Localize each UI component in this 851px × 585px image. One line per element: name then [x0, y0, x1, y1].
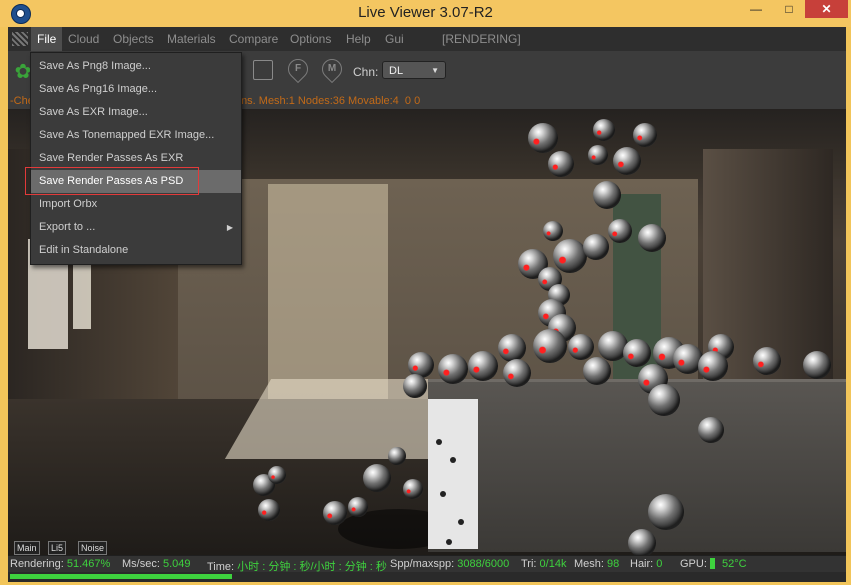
status-bar: Rendering: 51.467% Ms/sec: 5.049 Time: 小… — [8, 555, 846, 573]
tab-main[interactable]: Main — [14, 541, 40, 555]
status-ms: Ms/sec: 5.049 — [122, 558, 191, 570]
scene-crate — [428, 379, 846, 552]
region-render-icon[interactable] — [253, 60, 273, 80]
channel-select[interactable]: DL ▼ — [382, 61, 446, 79]
channel-value: DL — [389, 65, 404, 77]
chrome-sphere — [698, 417, 724, 443]
chrome-sphere — [388, 447, 406, 465]
chrome-sphere — [593, 181, 621, 209]
menu-item-import-orbx[interactable]: Import Orbx — [31, 193, 241, 216]
chrome-sphere — [403, 374, 427, 398]
chrome-sphere — [588, 145, 608, 165]
menu-gui[interactable]: Gui — [385, 27, 404, 51]
scene-crate-front — [428, 399, 478, 549]
material-picker-icon[interactable]: M — [317, 54, 347, 84]
menu-cloud[interactable]: Cloud — [68, 27, 99, 51]
chrome-sphere — [528, 123, 558, 153]
render-progress — [8, 572, 846, 582]
chrome-sphere — [753, 347, 781, 375]
menu-item-save-png16[interactable]: Save As Png16 Image... — [31, 78, 241, 101]
menu-help[interactable]: Help — [346, 27, 371, 51]
menu-compare[interactable]: Compare — [229, 27, 278, 51]
status-spp: Spp/maxspp: 3088/6000 — [390, 558, 510, 570]
menu-materials[interactable]: Materials — [167, 27, 216, 51]
chrome-sphere — [638, 224, 666, 252]
grip-icon — [12, 32, 28, 46]
chrome-sphere — [548, 151, 574, 177]
chrome-sphere — [533, 329, 567, 363]
file-menu-dropdown: Save As Png8 Image... Save As Png16 Imag… — [30, 52, 242, 265]
chrome-sphere — [568, 334, 594, 360]
chrome-sphere — [403, 479, 423, 499]
chrome-sphere — [803, 351, 831, 379]
status-mesh: Mesh: 98 — [574, 558, 620, 570]
chrome-sphere — [438, 354, 468, 384]
chrome-sphere — [498, 334, 526, 362]
chrome-sphere — [648, 384, 680, 416]
chrome-sphere — [348, 497, 368, 517]
menu-item-export-label: Export to ... — [39, 221, 96, 233]
gpu-load-bar — [710, 558, 715, 569]
chrome-sphere — [503, 359, 531, 387]
tab-noise[interactable]: Noise — [78, 541, 108, 555]
chrome-sphere — [268, 466, 286, 484]
chrome-sphere — [608, 219, 632, 243]
title-bar: Live Viewer 3.07-R2 — □ ✕ — [0, 0, 851, 27]
menu-item-export-to[interactable]: Export to ... ▶ — [31, 216, 241, 239]
focus-picker-icon[interactable]: F — [283, 54, 313, 84]
window-title: Live Viewer 3.07-R2 — [358, 4, 493, 21]
chevron-right-icon: ▶ — [226, 223, 233, 232]
chrome-sphere — [258, 499, 280, 521]
chrome-sphere — [323, 501, 347, 525]
status-gpu-temp: 52°C — [722, 558, 747, 570]
chrome-sphere — [583, 357, 611, 385]
channel-label: Chn: — [353, 65, 379, 79]
chrome-sphere — [628, 529, 656, 555]
chrome-sphere — [468, 351, 498, 381]
chrome-sphere — [583, 234, 609, 260]
menu-item-save-tonemapped-exr[interactable]: Save As Tonemapped EXR Image... — [31, 124, 241, 147]
maximize-button[interactable]: □ — [776, 0, 802, 18]
chrome-sphere — [553, 239, 587, 273]
close-button[interactable]: ✕ — [805, 0, 848, 18]
minimize-button[interactable]: — — [743, 0, 769, 18]
tab-li5[interactable]: Li5 — [48, 541, 67, 555]
chrome-sphere — [698, 351, 728, 381]
status-tri: Tri: 0/14k — [521, 558, 567, 570]
status-rendering: Rendering: 51.467% — [10, 558, 111, 570]
chrome-sphere — [623, 339, 651, 367]
menu-item-save-exr[interactable]: Save As EXR Image... — [31, 101, 241, 124]
chrome-sphere — [363, 464, 391, 492]
menu-objects[interactable]: Objects — [113, 27, 154, 51]
chrome-sphere — [633, 123, 657, 147]
status-hair: Hair: 0 — [630, 558, 663, 570]
scene-window-small — [73, 259, 91, 329]
menu-item-edit-standalone[interactable]: Edit in Standalone — [31, 239, 241, 262]
render-progress-fill — [10, 574, 233, 579]
menu-item-save-png8[interactable]: Save As Png8 Image... — [31, 55, 241, 78]
menu-options[interactable]: Options — [290, 27, 331, 51]
menu-bar: File Cloud Objects Materials Compare Opt… — [8, 27, 846, 52]
chrome-sphere — [648, 494, 684, 530]
chrome-sphere — [593, 119, 615, 141]
chrome-sphere — [613, 147, 641, 175]
menu-item-save-passes-psd[interactable]: Save Render Passes As PSD — [31, 170, 241, 193]
chevron-down-icon: ▼ — [431, 66, 439, 75]
menu-file[interactable]: File — [31, 27, 63, 51]
menu-item-save-passes-exr[interactable]: Save Render Passes As EXR — [31, 147, 241, 170]
chrome-sphere — [543, 221, 563, 241]
render-status-label: [RENDERING] — [442, 32, 521, 46]
status-gpu-label: GPU: — [680, 558, 707, 570]
